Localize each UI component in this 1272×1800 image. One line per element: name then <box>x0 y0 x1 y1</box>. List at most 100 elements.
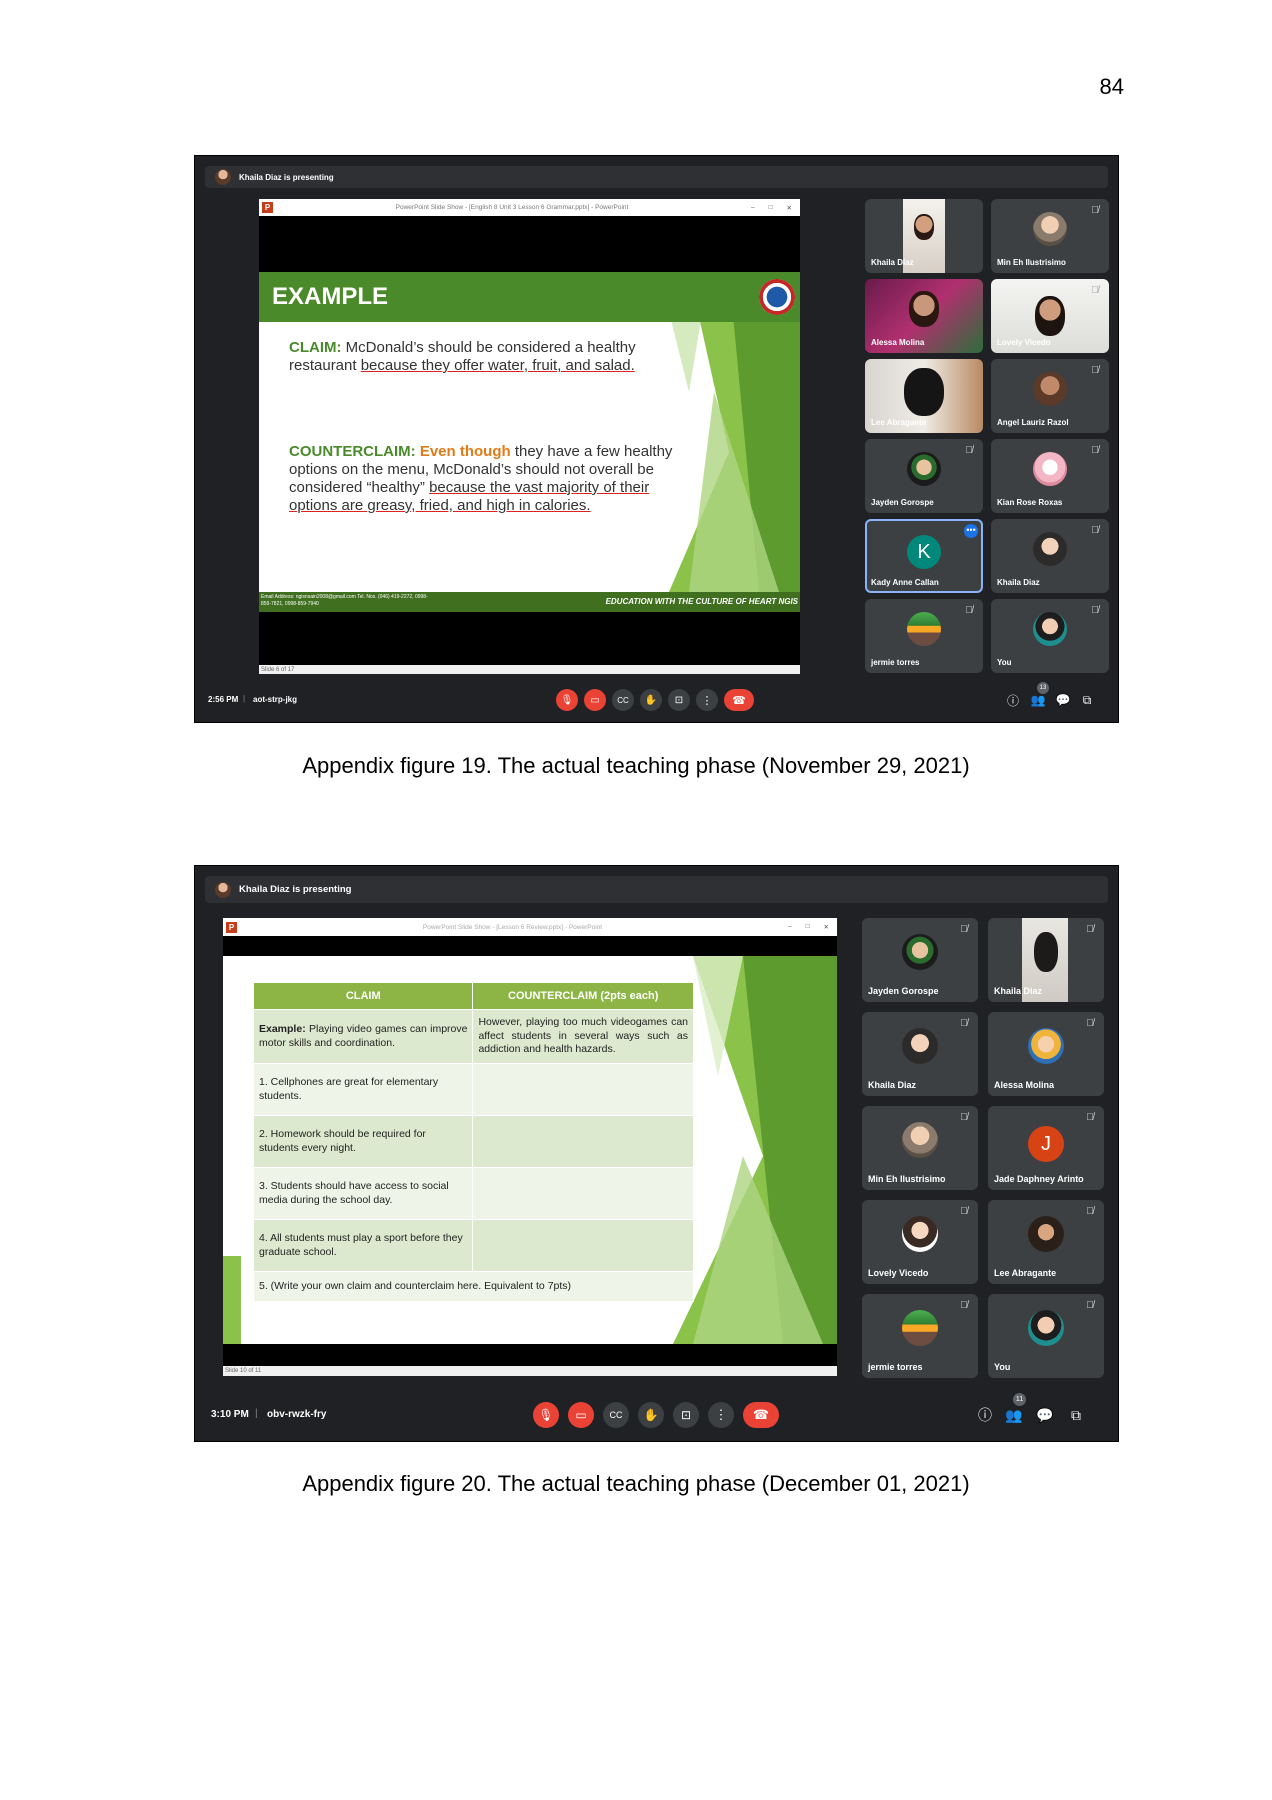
presenting-banner: Khaila Diaz is presenting <box>205 876 1108 903</box>
table-header-claim: CLAIM <box>252 982 474 1010</box>
participant-name: Alessa Molina <box>994 1080 1055 1090</box>
participant-tile[interactable]: Lee Abragante <box>865 359 983 433</box>
table-row: 3. Students should have access to social… <box>252 1167 694 1220</box>
participant-tile[interactable]: 🎙̸ Kian Rose Roxas <box>991 439 1109 513</box>
more-options-icon[interactable]: ⋮ <box>708 1402 734 1428</box>
close-icon[interactable]: ✕ <box>787 204 792 212</box>
participant-name: Kian Rose Roxas <box>997 498 1063 507</box>
captions-icon[interactable]: CC <box>612 689 634 711</box>
counterclaim-answer-cell[interactable] <box>472 1219 694 1272</box>
participant-tile[interactable]: 🎙̸ Khaila Diaz <box>991 519 1109 593</box>
maximize-icon[interactable]: □ <box>769 204 773 212</box>
participant-tile[interactable]: 🎙̸ Angel Lauriz Razol <box>991 359 1109 433</box>
counterclaim-answer-cell[interactable] <box>472 1115 694 1168</box>
counterclaim-answer-cell[interactable] <box>472 1167 694 1220</box>
mic-off-icon: 🎙̸ <box>960 924 968 935</box>
participant-name: Jade Daphney Arinto <box>994 1174 1084 1184</box>
people-icon[interactable]: 👥 <box>1005 1406 1023 1424</box>
mic-off-icon: 🎙̸ <box>960 1018 968 1029</box>
participant-tile[interactable]: 🎙̸ Lovely Vicedo <box>862 1200 978 1284</box>
participant-tile[interactable]: 🎙̸ J Jade Daphney Arinto <box>988 1106 1104 1190</box>
participant-face <box>914 214 934 240</box>
avatar <box>902 1121 938 1158</box>
more-options-icon[interactable]: ⋮ <box>696 689 718 711</box>
table-header-counterclaim: COUNTERCLAIM (2pts each) <box>472 982 694 1010</box>
claim-item: 3. Students should have access to social… <box>252 1167 474 1220</box>
close-icon[interactable]: ✕ <box>824 923 829 931</box>
window-controls[interactable]: – □ ✕ <box>751 204 792 212</box>
present-icon[interactable]: ⊡ <box>668 689 690 711</box>
participant-tile-self[interactable]: 🎙̸ You <box>991 599 1109 673</box>
participant-tile[interactable]: 🎙̸ Min Eh Ilustrisimo <box>862 1106 978 1190</box>
mic-off-icon[interactable]: 🎙 <box>556 689 578 711</box>
more-options-icon[interactable]: ••• <box>964 524 978 538</box>
camera-off-icon[interactable]: ▭ <box>568 1402 594 1428</box>
participant-name: Khaila Diaz <box>997 578 1040 587</box>
activities-icon[interactable]: ⧉ <box>1067 1406 1085 1424</box>
participant-name: jermie torres <box>871 658 920 667</box>
presentation-window: P PowerPoint Slide Show - [Lesson 6 Revi… <box>223 918 837 1376</box>
participant-tile[interactable]: 🎙̸ Alessa Molina <box>988 1012 1104 1096</box>
counterclaim-emphasis: Even though <box>419 443 511 460</box>
counterclaim-answer-cell[interactable] <box>472 1063 694 1116</box>
maximize-icon[interactable]: □ <box>806 923 810 931</box>
avatar <box>902 933 938 970</box>
avatar <box>907 611 941 646</box>
raise-hand-icon[interactable]: ✋ <box>640 689 662 711</box>
participant-name: Lee Abragante <box>871 418 927 427</box>
claim-text: CLAIM: McDonald’s should be considered a… <box>289 339 681 375</box>
participant-tile[interactable]: 🎙̸ jermie torres <box>865 599 983 673</box>
example-claim-cell: Example: Playing video games can improve… <box>252 1009 474 1064</box>
table-row: 4. All students must play a sport before… <box>252 1219 694 1272</box>
participant-tile[interactable]: Alessa Molina <box>865 279 983 353</box>
mic-off-icon[interactable]: 🎙 <box>533 1402 559 1428</box>
avatar <box>902 1027 938 1064</box>
raise-hand-icon[interactable]: ✋ <box>638 1402 664 1428</box>
participant-name: Khaila Diaz <box>994 986 1043 996</box>
participant-grid: 🎙̸ Jayden Gorospe 🎙̸ Khaila Diaz 🎙̸ Khai… <box>862 918 1107 1388</box>
participant-name: jermie torres <box>868 1362 923 1372</box>
participant-tile[interactable]: 🎙̸ Khaila Diaz <box>988 918 1104 1002</box>
present-icon[interactable]: ⊡ <box>673 1402 699 1428</box>
slide-counter: Slide 6 of 17 <box>261 666 295 673</box>
end-call-icon[interactable]: ☎ <box>724 689 754 711</box>
window-controls[interactable]: – □ ✕ <box>788 923 829 931</box>
ppt-titlebar: P PowerPoint Slide Show - [Lesson 6 Revi… <box>223 918 837 936</box>
participant-tile[interactable]: 🎙̸ Lovely Vicedo <box>991 279 1109 353</box>
participant-tile[interactable]: 🎙̸ Min Eh Ilustrisimo <box>991 199 1109 273</box>
participant-tile[interactable]: 🎙̸ Jayden Gorospe <box>862 918 978 1002</box>
participant-face <box>1035 296 1065 336</box>
presenting-banner: Khaila Diaz is presenting <box>205 166 1108 188</box>
participant-tile-self[interactable]: 🎙̸ You <box>988 1294 1104 1378</box>
camera-off-icon[interactable]: ▭ <box>584 689 606 711</box>
mic-off-icon: 🎙̸ <box>1086 1300 1094 1311</box>
presenting-text: Khaila Diaz is presenting <box>239 884 352 895</box>
mic-off-icon: 🎙̸ <box>1091 445 1099 456</box>
chat-icon[interactable]: 💬 <box>1055 692 1071 708</box>
avatar <box>1033 451 1067 486</box>
minimize-icon[interactable]: – <box>751 204 755 212</box>
participant-name: Min Eh Ilustrisimo <box>997 258 1066 267</box>
info-icon[interactable]: ⓘ <box>1005 692 1021 708</box>
page-number: 84 <box>1099 74 1124 99</box>
end-call-icon[interactable]: ☎ <box>743 1402 779 1428</box>
minimize-icon[interactable]: – <box>788 923 792 931</box>
ppt-titlebar: P PowerPoint Slide Show - [English 8 Uni… <box>259 199 800 216</box>
mic-off-icon: 🎙̸ <box>1091 605 1099 616</box>
table-row: 2. Homework should be required for stude… <box>252 1115 694 1168</box>
chat-icon[interactable]: 💬 <box>1036 1406 1054 1424</box>
people-icon[interactable]: 👥 <box>1030 692 1046 708</box>
info-icon[interactable]: ⓘ <box>976 1406 994 1424</box>
captions-icon[interactable]: CC <box>603 1402 629 1428</box>
mic-off-icon: 🎙̸ <box>960 1300 968 1311</box>
participant-tile[interactable]: 🎙̸ Lee Abragante <box>988 1200 1104 1284</box>
participant-tile[interactable]: 🎙̸ Khaila Diaz <box>862 1012 978 1096</box>
presenting-text: Khaila Diaz is presenting <box>239 172 334 182</box>
activities-icon[interactable]: ⧉ <box>1079 692 1095 708</box>
mic-off-icon: 🎙̸ <box>965 445 973 456</box>
participant-tile[interactable]: Khaila Diaz <box>865 199 983 273</box>
participant-tile[interactable]: 🎙̸ jermie torres <box>862 1294 978 1378</box>
participant-tile[interactable]: 🎙̸ Jayden Gorospe <box>865 439 983 513</box>
participant-tile-active-speaker[interactable]: ••• K Kady Anne Callan <box>865 519 983 593</box>
claim-item: 5. (Write your own claim and counterclai… <box>253 1271 694 1302</box>
